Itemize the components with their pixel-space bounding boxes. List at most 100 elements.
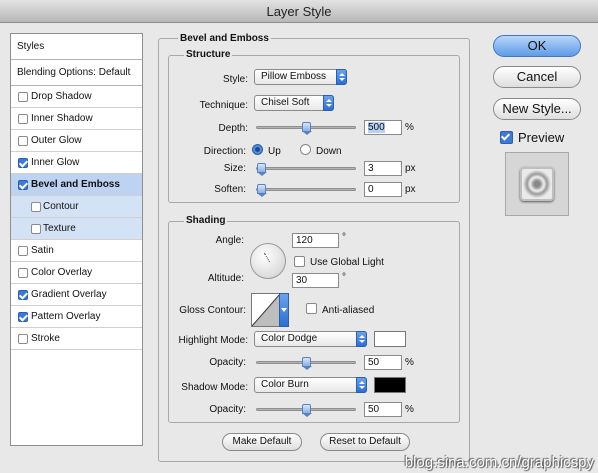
highlight-opacity-unit: % bbox=[405, 357, 414, 368]
style-list-item[interactable]: Stroke bbox=[11, 328, 142, 350]
updown-arrow-icon bbox=[356, 377, 367, 393]
soften-field[interactable]: 0 bbox=[364, 182, 402, 197]
highlight-opacity-thumb[interactable] bbox=[302, 357, 312, 370]
style-list-item[interactable]: Bevel and Emboss bbox=[11, 174, 142, 196]
direction-up-radio[interactable] bbox=[252, 144, 263, 155]
style-list-item[interactable]: Inner Shadow bbox=[11, 108, 142, 130]
depth-slider-thumb[interactable] bbox=[302, 122, 312, 135]
watermark: blog.sina.com.cn/graphicspy bbox=[404, 454, 594, 471]
style-checkbox[interactable] bbox=[31, 224, 41, 234]
preview-checkbox[interactable] bbox=[500, 131, 513, 144]
structure-title: Structure bbox=[184, 49, 233, 60]
shadow-mode-popup[interactable]: Color Burn bbox=[254, 377, 367, 393]
style-value: Pillow Emboss bbox=[261, 71, 327, 82]
style-checkbox[interactable] bbox=[18, 114, 28, 124]
highlight-opacity-field[interactable]: 50 bbox=[364, 355, 402, 370]
shadow-opacity-thumb[interactable] bbox=[302, 404, 312, 417]
blending-options-item[interactable]: Blending Options: Default bbox=[11, 60, 142, 86]
new-style-button[interactable]: New Style... bbox=[493, 98, 581, 120]
angle-unit: ° bbox=[342, 232, 346, 243]
shadow-opacity-unit: % bbox=[405, 404, 414, 415]
updown-arrow-icon bbox=[323, 95, 334, 111]
style-checkbox[interactable] bbox=[18, 92, 28, 102]
direction-down-label[interactable]: Down bbox=[316, 146, 342, 157]
contour-curve-icon bbox=[252, 294, 280, 326]
updown-arrow-icon bbox=[336, 69, 347, 85]
soften-slider-thumb[interactable] bbox=[257, 184, 267, 197]
size-slider-thumb[interactable] bbox=[257, 163, 267, 176]
highlight-mode-label: Highlight Mode: bbox=[178, 335, 248, 346]
size-label: Size: bbox=[223, 163, 246, 174]
shadow-color-swatch[interactable] bbox=[374, 377, 406, 393]
preview-label[interactable]: Preview bbox=[518, 130, 564, 145]
altitude-label: Altitude: bbox=[207, 273, 244, 284]
depth-field[interactable]: 500 bbox=[364, 120, 402, 135]
shadow-mode-value: Color Burn bbox=[261, 379, 309, 390]
style-item-label: Color Overlay bbox=[31, 267, 93, 278]
make-default-button[interactable]: Make Default bbox=[222, 433, 302, 451]
depth-value: 500 bbox=[368, 122, 385, 133]
highlight-opacity-slider[interactable] bbox=[256, 357, 356, 370]
highlight-mode-popup[interactable]: Color Dodge bbox=[254, 331, 367, 347]
size-slider[interactable] bbox=[256, 163, 356, 176]
global-light-label[interactable]: Use Global Light bbox=[310, 257, 384, 268]
gloss-contour-label: Gloss Contour: bbox=[179, 305, 246, 316]
anti-aliased-label[interactable]: Anti-aliased bbox=[322, 305, 374, 316]
style-item-label: Drop Shadow bbox=[31, 91, 92, 102]
style-list-item[interactable]: Inner Glow bbox=[11, 152, 142, 174]
altitude-field[interactable]: 30 bbox=[292, 273, 339, 288]
direction-down-radio[interactable] bbox=[300, 144, 311, 155]
shadow-opacity-slider[interactable] bbox=[256, 404, 356, 417]
style-item-label: Outer Glow bbox=[31, 135, 82, 146]
style-item-label: Satin bbox=[31, 245, 54, 256]
style-checkbox[interactable] bbox=[18, 180, 28, 190]
style-list-item[interactable]: Contour bbox=[11, 196, 142, 218]
anti-aliased-checkbox[interactable] bbox=[306, 303, 317, 314]
style-list-item[interactable]: Gradient Overlay bbox=[11, 284, 142, 306]
style-checkbox[interactable] bbox=[18, 312, 28, 322]
soften-unit: px bbox=[405, 184, 416, 195]
style-list-item[interactable]: Color Overlay bbox=[11, 262, 142, 284]
style-list-item[interactable]: Satin bbox=[11, 240, 142, 262]
angle-indicator bbox=[264, 253, 270, 263]
highlight-mode-value: Color Dodge bbox=[261, 333, 318, 344]
style-item-label: Bevel and Emboss bbox=[31, 179, 120, 190]
style-list-item[interactable]: Drop Shadow bbox=[11, 86, 142, 108]
style-list-item[interactable]: Pattern Overlay bbox=[11, 306, 142, 328]
shadow-opacity-field[interactable]: 50 bbox=[364, 402, 402, 417]
style-checkbox[interactable] bbox=[18, 268, 28, 278]
style-item-label: Contour bbox=[43, 201, 79, 212]
angle-field[interactable]: 120 bbox=[292, 233, 339, 248]
style-checkbox[interactable] bbox=[18, 246, 28, 256]
style-list-item[interactable]: Outer Glow bbox=[11, 130, 142, 152]
technique-label: Technique: bbox=[199, 100, 248, 111]
cancel-button[interactable]: Cancel bbox=[493, 66, 581, 88]
section-title: Bevel and Emboss bbox=[178, 33, 271, 44]
global-light-checkbox[interactable] bbox=[294, 256, 305, 267]
style-checkbox[interactable] bbox=[18, 158, 28, 168]
preview-thumbnail bbox=[505, 152, 569, 216]
depth-slider[interactable] bbox=[256, 122, 356, 135]
highlight-color-swatch[interactable] bbox=[374, 331, 406, 347]
styles-header[interactable]: Styles bbox=[11, 34, 142, 60]
style-checkbox[interactable] bbox=[18, 334, 28, 344]
style-checkbox[interactable] bbox=[31, 202, 41, 212]
style-item-label: Pattern Overlay bbox=[31, 311, 101, 322]
style-popup[interactable]: Pillow Emboss bbox=[254, 69, 347, 85]
style-list-item[interactable]: Texture bbox=[11, 218, 142, 240]
style-checkbox[interactable] bbox=[18, 290, 28, 300]
direction-up-label[interactable]: Up bbox=[268, 146, 281, 157]
gloss-contour-picker[interactable] bbox=[251, 293, 289, 327]
ok-button[interactable]: OK bbox=[493, 35, 581, 57]
soften-slider[interactable] bbox=[256, 184, 356, 197]
size-unit: px bbox=[405, 163, 416, 174]
style-item-label: Texture bbox=[43, 223, 76, 234]
reset-default-button[interactable]: Reset to Default bbox=[320, 433, 410, 451]
shading-title: Shading bbox=[184, 215, 228, 226]
style-checkbox[interactable] bbox=[18, 136, 28, 146]
window-title: Layer Style bbox=[0, 0, 598, 23]
size-field[interactable]: 3 bbox=[364, 161, 402, 176]
angle-dial[interactable] bbox=[250, 243, 286, 279]
shadow-mode-label: Shadow Mode: bbox=[181, 382, 248, 393]
technique-popup[interactable]: Chisel Soft bbox=[254, 95, 334, 111]
